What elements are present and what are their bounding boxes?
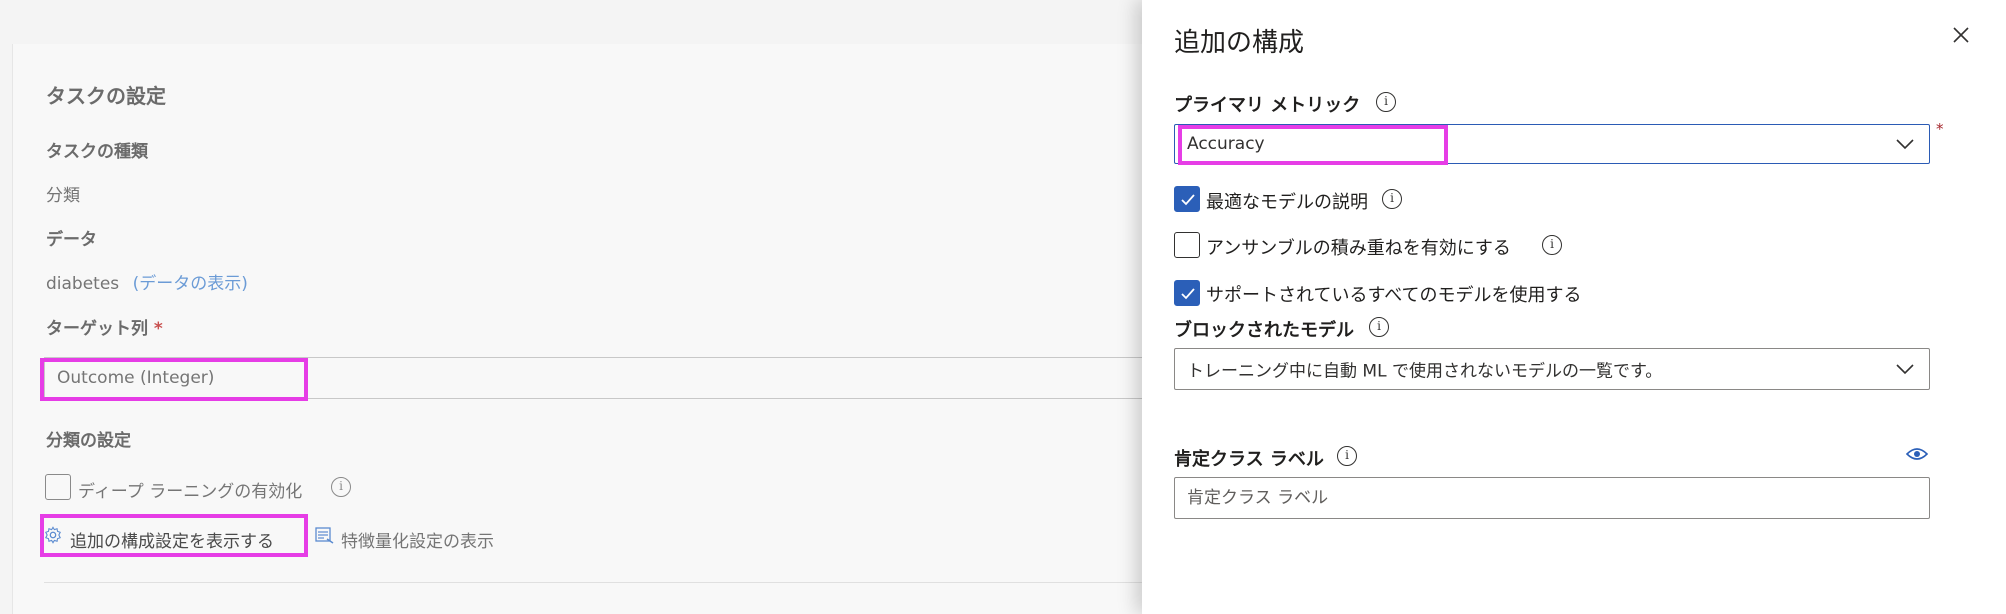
primary-metric-label: プライマリ メトリック xyxy=(1174,95,1361,116)
deep-learning-label: ディープ ラーニングの有効化 xyxy=(78,482,303,502)
data-value: diabetes (データの表示) xyxy=(46,269,248,294)
chevron-down-icon xyxy=(1896,364,1914,375)
info-icon[interactable]: i xyxy=(1382,189,1402,209)
additional-config-link[interactable]: 追加の構成設定を表示する xyxy=(70,527,274,552)
data-label: データ xyxy=(46,230,97,250)
close-icon[interactable] xyxy=(1948,22,1974,48)
explain-best-model-label: 最適なモデルの説明 xyxy=(1206,192,1368,213)
checkmark-icon xyxy=(1181,194,1195,206)
gear-icon xyxy=(44,526,62,548)
dataset-name: diabetes xyxy=(46,274,120,294)
classification-settings-label: 分類の設定 xyxy=(46,431,131,451)
info-icon[interactable]: i xyxy=(1369,317,1389,337)
task-settings-title: タスクの設定 xyxy=(46,84,166,108)
ensemble-stacking-label: アンサンブルの積み重ねを有効にする xyxy=(1206,238,1511,259)
positive-class-input[interactable] xyxy=(1174,477,1930,519)
checkmark-icon xyxy=(1181,288,1195,300)
use-all-models-checkbox[interactable] xyxy=(1174,280,1200,306)
eye-icon[interactable] xyxy=(1905,446,1929,460)
required-mark: * xyxy=(1936,120,1944,138)
chevron-down-icon xyxy=(1896,139,1914,150)
blocked-models-label: ブロックされたモデル xyxy=(1174,320,1354,341)
info-icon[interactable]: i xyxy=(331,477,351,497)
info-icon[interactable]: i xyxy=(1542,235,1562,255)
task-type-label: タスクの種類 xyxy=(46,142,148,162)
target-column-label: ターゲット列 * xyxy=(46,314,163,339)
featurization-link[interactable]: 特徴量化設定の表示 xyxy=(341,527,494,552)
highlight-target-column xyxy=(40,358,308,401)
view-data-link[interactable]: (データの表示) xyxy=(133,274,248,294)
info-icon[interactable]: i xyxy=(1337,446,1357,466)
blocked-models-dropdown[interactable]: トレーニング中に自動 ML で使用されないモデルの一覧です。 xyxy=(1174,348,1930,390)
positive-class-label: 肯定クラス ラベル xyxy=(1174,449,1324,470)
required-mark: * xyxy=(153,319,163,339)
highlight-primary-metric xyxy=(1178,125,1448,165)
featurization-icon xyxy=(315,527,335,549)
panel-title: 追加の構成 xyxy=(1174,28,1305,58)
explain-best-model-checkbox[interactable] xyxy=(1174,186,1200,212)
ensemble-stacking-checkbox[interactable] xyxy=(1174,232,1200,258)
blocked-models-placeholder: トレーニング中に自動 ML で使用されないモデルの一覧です。 xyxy=(1187,361,1663,382)
task-type-value: 分類 xyxy=(46,186,80,206)
info-icon[interactable]: i xyxy=(1376,92,1396,112)
divider xyxy=(44,582,1144,583)
deep-learning-checkbox[interactable] xyxy=(45,474,71,500)
target-column-label-text: ターゲット列 xyxy=(46,319,148,339)
use-all-models-label: サポートされているすべてのモデルを使用する xyxy=(1206,285,1582,306)
additional-config-panel: 追加の構成 プライマリ メトリック i Accuracy * 最適なモデルの説明… xyxy=(1142,0,2006,614)
